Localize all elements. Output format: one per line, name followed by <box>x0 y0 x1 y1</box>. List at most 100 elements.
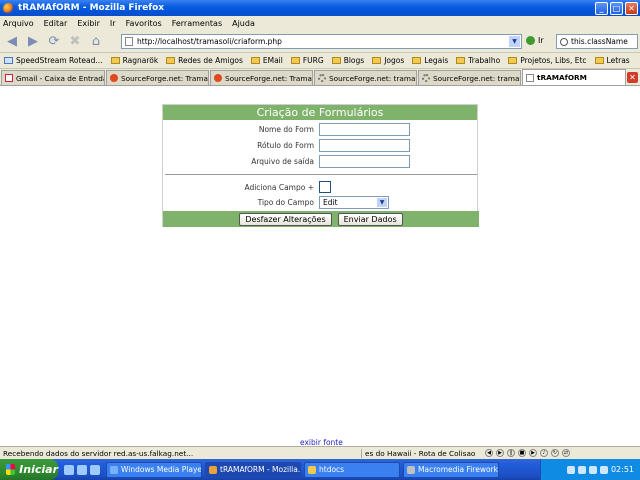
bookmark-folder-letras[interactable]: Letras <box>594 56 630 65</box>
maximize-button[interactable]: □ <box>610 1 623 15</box>
volume-icon[interactable]: ♪ <box>540 449 548 457</box>
folder-icon <box>110 57 120 64</box>
firefox-icon <box>3 2 14 14</box>
stop-icon[interactable]: ■ <box>518 449 526 457</box>
bookmark-folder-email[interactable]: EMail <box>250 56 283 65</box>
tab-tramaform[interactable]: tRAMAfORM <box>522 69 626 85</box>
menu-favoritos[interactable]: Favoritos <box>126 19 162 28</box>
start-label: Iniciar <box>19 463 58 476</box>
bookmark-folder-projetos[interactable]: Projetos, Libs, Etc <box>508 56 587 65</box>
window-title-bar[interactable]: tRAMAfORM - Mozilla Firefox _ □ ✕ <box>0 0 640 16</box>
url-text: http://localhost/tramasoli/criaform.php <box>137 37 282 46</box>
output-file-input[interactable] <box>319 154 410 168</box>
menu-ajuda[interactable]: Ajuda <box>232 19 255 28</box>
form-label-input[interactable] <box>319 138 410 152</box>
folder-icon <box>166 57 176 64</box>
folder-icon <box>412 57 422 64</box>
firefox-icon <box>209 465 217 474</box>
quicklaunch-icon[interactable] <box>90 464 100 475</box>
bookmark-folder-redes[interactable]: Redes de Amigos <box>166 56 243 65</box>
submit-button[interactable]: Enviar Dados <box>337 212 403 226</box>
url-dropdown-icon[interactable]: ▼ <box>509 36 520 47</box>
quicklaunch-icon[interactable] <box>64 464 74 475</box>
folder-icon <box>331 57 341 64</box>
bookmark-folder-trabalho[interactable]: Trabalho <box>456 56 500 65</box>
field-label-rotulo: Rótulo do Form <box>257 140 314 150</box>
field-label-nome: Nome do Form <box>258 124 314 134</box>
bookmark-folder-furg[interactable]: FURG <box>290 56 324 65</box>
system-tray: 02:51 <box>540 459 640 480</box>
minimize-button[interactable]: _ <box>595 1 608 15</box>
menu-arquivo[interactable]: Arquivo <box>3 19 34 28</box>
menu-ir[interactable]: Ir <box>110 19 116 28</box>
tab-gmail[interactable]: Gmail - Caixa de Entrada <box>1 70 105 85</box>
tray-icon[interactable] <box>577 465 586 474</box>
loading-icon <box>422 74 430 82</box>
menu-ferramentas[interactable]: Ferramentas <box>172 19 222 28</box>
previous-icon[interactable]: ◀ <box>485 449 493 457</box>
next-icon[interactable]: ▶ <box>529 449 537 457</box>
bookmark-speedstream[interactable]: SpeedStream Rotead... <box>4 56 103 65</box>
task-fireworks[interactable]: Macromedia Firework... <box>403 461 499 478</box>
windows-taskbar: Iniciar Windows Media Player tRAMAfORM -… <box>0 459 640 480</box>
bookmark-folder-legais[interactable]: Legais <box>412 56 448 65</box>
status-bar: Recebendo dados do servidor red.as-us.fa… <box>0 446 640 459</box>
form-name-input[interactable] <box>319 122 410 136</box>
form-footer: Desfazer Alterações Enviar Dados <box>163 211 479 227</box>
tab-sourceforge-2[interactable]: SourceForge.net: Tramas... <box>210 70 313 85</box>
home-icon[interactable]: ⌂ <box>87 32 105 50</box>
folder-icon <box>308 465 316 474</box>
tab-sourceforge-3[interactable]: SourceForge.net: tramaw... <box>314 70 417 85</box>
menu-exibir[interactable]: Exibir <box>77 19 100 28</box>
fireworks-icon <box>407 465 415 474</box>
pause-icon[interactable]: ‖ <box>507 449 515 457</box>
form-row-tipo: Tipo do Campo Edit ▼ <box>163 195 479 209</box>
bookmark-folder-ragnarok[interactable]: Ragnarök <box>110 56 158 65</box>
close-window-button[interactable]: ✕ <box>625 1 638 15</box>
media-player-icon <box>110 465 118 474</box>
folder-icon <box>372 57 382 64</box>
page-icon <box>125 37 133 46</box>
status-text: Recebendo dados do servidor red.as-us.fa… <box>3 448 194 458</box>
close-tab-icon[interactable]: ✕ <box>627 72 638 83</box>
stop-icon[interactable]: ✖ <box>66 32 84 50</box>
tray-icon[interactable] <box>588 465 597 474</box>
field-type-select[interactable]: Edit ▼ <box>319 195 389 209</box>
tray-icon[interactable] <box>599 465 608 474</box>
add-field-checkbox[interactable] <box>319 181 331 193</box>
sourceforge-icon <box>110 74 118 82</box>
bookmark-icon <box>4 57 13 64</box>
shuffle-icon[interactable]: ⇄ <box>562 449 570 457</box>
task-htdocs[interactable]: htdocs <box>304 461 400 478</box>
form-title: Criação de Formulários <box>163 105 477 120</box>
form-row-nome: Nome do Form <box>163 122 479 136</box>
clock: 02:51 <box>610 465 634 474</box>
quicklaunch-icon[interactable] <box>77 464 87 475</box>
tray-icon[interactable] <box>566 465 575 474</box>
forward-arrow-icon[interactable]: ▶ <box>24 32 42 50</box>
tab-sourceforge-4[interactable]: SourceForge.net: tramaw... <box>418 70 521 85</box>
bookmark-folder-blogs[interactable]: Blogs <box>331 56 364 65</box>
search-input[interactable]: this.className <box>556 34 638 49</box>
task-firefox[interactable]: tRAMAfORM - Mozilla... <box>205 461 301 478</box>
menu-editar[interactable]: Editar <box>44 19 68 28</box>
chevron-down-icon: ▼ <box>377 197 387 207</box>
search-value: this.className <box>571 37 628 46</box>
back-arrow-icon[interactable]: ◀ <box>3 32 21 50</box>
repeat-icon[interactable]: ↻ <box>551 449 559 457</box>
go-button[interactable]: Ir <box>526 36 544 45</box>
folder-icon <box>250 57 260 64</box>
reload-icon[interactable]: ⟳ <box>45 32 63 50</box>
bookmark-folder-jogos[interactable]: Jogos <box>372 56 404 65</box>
navigation-toolbar: ◀ ▶ ⟳ ✖ ⌂ http://localhost/tramasoli/cri… <box>0 30 640 53</box>
task-media-player[interactable]: Windows Media Player <box>106 461 202 478</box>
folder-icon <box>594 57 604 64</box>
tab-sourceforge-1[interactable]: SourceForge.net: Tramas... <box>106 70 209 85</box>
play-icon[interactable]: ▶ <box>496 449 504 457</box>
start-button[interactable]: Iniciar <box>0 459 58 480</box>
go-label: Ir <box>538 36 544 45</box>
folder-icon <box>456 57 466 64</box>
url-bar[interactable]: http://localhost/tramasoli/criaform.php … <box>121 34 522 49</box>
media-controls: ◀ ▶ ‖ ■ ▶ ♪ ↻ ⇄ <box>485 449 570 457</box>
reset-button[interactable]: Desfazer Alterações <box>239 212 332 226</box>
